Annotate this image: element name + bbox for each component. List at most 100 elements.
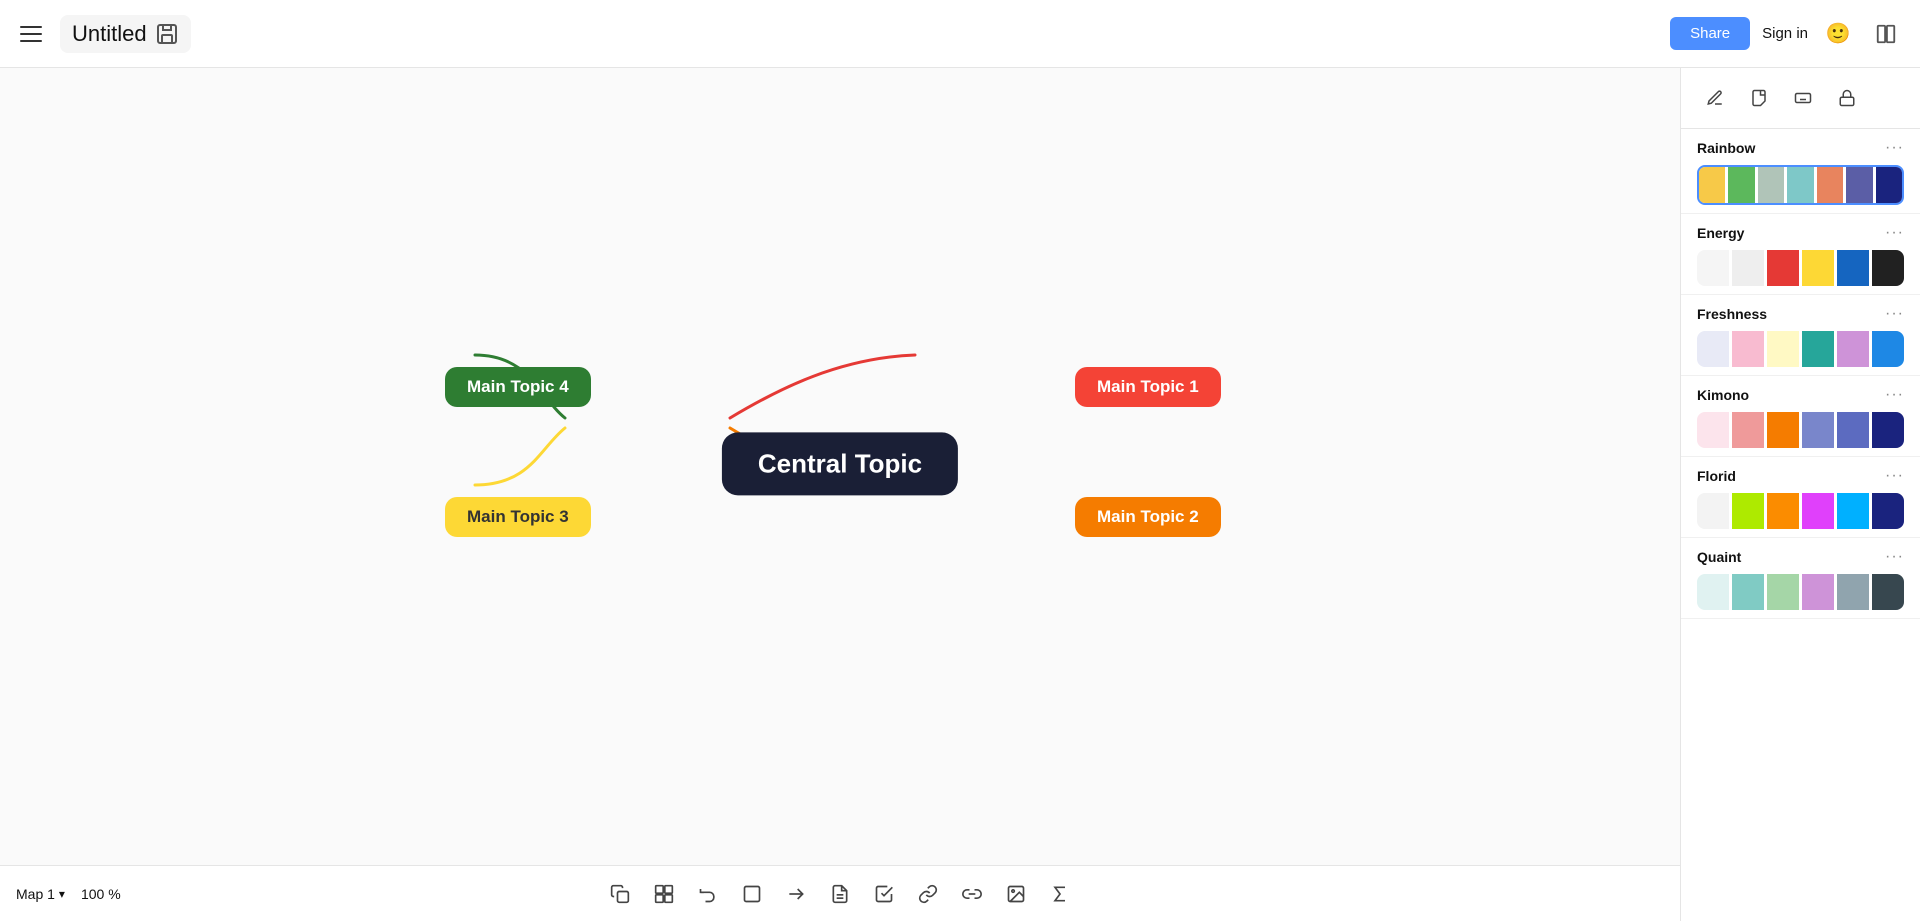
color-swatch[interactable] xyxy=(1837,493,1869,529)
map-selector[interactable]: Map 1 ▾ xyxy=(16,886,65,902)
signin-button[interactable]: Sign in xyxy=(1762,25,1808,42)
image-button[interactable] xyxy=(996,874,1036,914)
palette-title: Florid xyxy=(1697,468,1736,484)
canvas[interactable]: Central Topic Main Topic 1 Main Topic 2 … xyxy=(0,68,1680,921)
color-swatch[interactable] xyxy=(1872,493,1904,529)
color-palette-rainbow xyxy=(1697,165,1904,205)
color-swatch[interactable] xyxy=(1758,167,1784,203)
hamburger-menu-icon[interactable] xyxy=(16,18,48,50)
palette-more-button-freshness[interactable]: ··· xyxy=(1885,305,1904,323)
canvas-footer: Map 1 ▾ 100 % xyxy=(0,865,1680,921)
main-area: Central Topic Main Topic 1 Main Topic 2 … xyxy=(0,68,1920,921)
color-swatch[interactable] xyxy=(1699,167,1725,203)
color-swatch[interactable] xyxy=(1846,167,1872,203)
color-swatch[interactable] xyxy=(1767,250,1799,286)
palette-section-energy: Energy ··· xyxy=(1681,214,1920,295)
central-topic-node[interactable]: Central Topic xyxy=(722,432,958,495)
title-area: Untitled xyxy=(60,15,191,53)
color-swatch[interactable] xyxy=(1732,250,1764,286)
color-swatch[interactable] xyxy=(1767,493,1799,529)
color-swatch[interactable] xyxy=(1837,331,1869,367)
palettes-container: Rainbow···Energy···Freshness···Kimono···… xyxy=(1681,129,1920,619)
panel-toolbar xyxy=(1681,68,1920,129)
color-swatch[interactable] xyxy=(1802,574,1834,610)
paste-style-button[interactable] xyxy=(644,874,684,914)
header-right: Share Sign in 🙂 xyxy=(1670,16,1904,52)
note-button[interactable] xyxy=(820,874,860,914)
central-topic-label: Central Topic xyxy=(758,448,922,478)
palette-more-button-rainbow[interactable]: ··· xyxy=(1885,139,1904,157)
document-title[interactable]: Untitled xyxy=(72,21,147,47)
palette-more-button-florid[interactable]: ··· xyxy=(1885,467,1904,485)
palette-more-button-energy[interactable]: ··· xyxy=(1885,224,1904,242)
main-topic-2-node[interactable]: Main Topic 2 xyxy=(1075,497,1221,537)
share-button[interactable]: Share xyxy=(1670,17,1750,50)
color-swatch[interactable] xyxy=(1697,331,1729,367)
main-topic-1-node[interactable]: Main Topic 1 xyxy=(1075,367,1221,407)
sticky-note-tool-button[interactable] xyxy=(1741,80,1777,116)
color-swatch[interactable] xyxy=(1732,493,1764,529)
lock-button[interactable] xyxy=(1829,80,1865,116)
pen-tool-button[interactable] xyxy=(1697,80,1733,116)
subtopic-button[interactable] xyxy=(776,874,816,914)
color-swatch[interactable] xyxy=(1732,331,1764,367)
header: Untitled Share Sign in 🙂 xyxy=(0,0,1920,68)
color-swatch[interactable] xyxy=(1802,250,1834,286)
color-swatch[interactable] xyxy=(1837,412,1869,448)
layout-toggle-button[interactable] xyxy=(1868,16,1904,52)
palette-header: Florid ··· xyxy=(1697,467,1904,485)
copy-tool-button[interactable] xyxy=(600,874,640,914)
color-swatch[interactable] xyxy=(1837,574,1869,610)
color-swatch[interactable] xyxy=(1697,493,1729,529)
emoji-button[interactable]: 🙂 xyxy=(1820,16,1856,52)
color-swatch[interactable] xyxy=(1767,574,1799,610)
formula-button[interactable] xyxy=(1040,874,1080,914)
color-swatch[interactable] xyxy=(1697,250,1729,286)
link-button[interactable] xyxy=(908,874,948,914)
color-swatch[interactable] xyxy=(1767,412,1799,448)
palette-section-rainbow: Rainbow ··· xyxy=(1681,129,1920,214)
map-dropdown-icon[interactable]: ▾ xyxy=(59,887,65,901)
palette-header: Kimono··· xyxy=(1697,386,1904,404)
color-swatch[interactable] xyxy=(1802,331,1834,367)
palette-title: Rainbow xyxy=(1697,140,1755,156)
main-topic-4-node[interactable]: Main Topic 4 xyxy=(445,367,591,407)
palette-section-quaint: Quaint··· xyxy=(1681,538,1920,619)
palette-header: Rainbow ··· xyxy=(1697,139,1904,157)
color-palette-freshness xyxy=(1697,331,1904,367)
palette-header: Quaint··· xyxy=(1697,548,1904,566)
main-topic-1-label: Main Topic 1 xyxy=(1097,377,1199,396)
color-swatch[interactable] xyxy=(1876,167,1902,203)
palette-title: Energy xyxy=(1697,225,1744,241)
undo-button[interactable] xyxy=(688,874,728,914)
save-icon[interactable] xyxy=(155,22,179,46)
chain-link-button[interactable] xyxy=(952,874,992,914)
palette-header: Freshness ··· xyxy=(1697,305,1904,323)
palette-header: Energy ··· xyxy=(1697,224,1904,242)
color-swatch[interactable] xyxy=(1728,167,1754,203)
color-swatch[interactable] xyxy=(1787,167,1813,203)
color-swatch[interactable] xyxy=(1697,412,1729,448)
color-swatch[interactable] xyxy=(1732,574,1764,610)
palette-more-button-kimono[interactable]: ··· xyxy=(1885,386,1904,404)
color-swatch[interactable] xyxy=(1802,493,1834,529)
main-topic-3-node[interactable]: Main Topic 3 xyxy=(445,497,591,537)
canvas-toolbar xyxy=(600,874,1080,914)
color-swatch[interactable] xyxy=(1872,331,1904,367)
color-swatch[interactable] xyxy=(1802,412,1834,448)
palette-section-florid: Florid ··· xyxy=(1681,457,1920,538)
color-swatch[interactable] xyxy=(1872,250,1904,286)
color-swatch[interactable] xyxy=(1817,167,1843,203)
color-swatch[interactable] xyxy=(1872,412,1904,448)
keyboard-shortcut-button[interactable] xyxy=(1785,80,1821,116)
color-swatch[interactable] xyxy=(1837,250,1869,286)
color-swatch[interactable] xyxy=(1767,331,1799,367)
task-button[interactable] xyxy=(864,874,904,914)
color-swatch[interactable] xyxy=(1732,412,1764,448)
palette-title: Freshness xyxy=(1697,306,1767,322)
palette-section-kimono: Kimono··· xyxy=(1681,376,1920,457)
color-swatch[interactable] xyxy=(1697,574,1729,610)
frame-button[interactable] xyxy=(732,874,772,914)
palette-more-button-quaint[interactable]: ··· xyxy=(1885,548,1904,566)
color-swatch[interactable] xyxy=(1872,574,1904,610)
